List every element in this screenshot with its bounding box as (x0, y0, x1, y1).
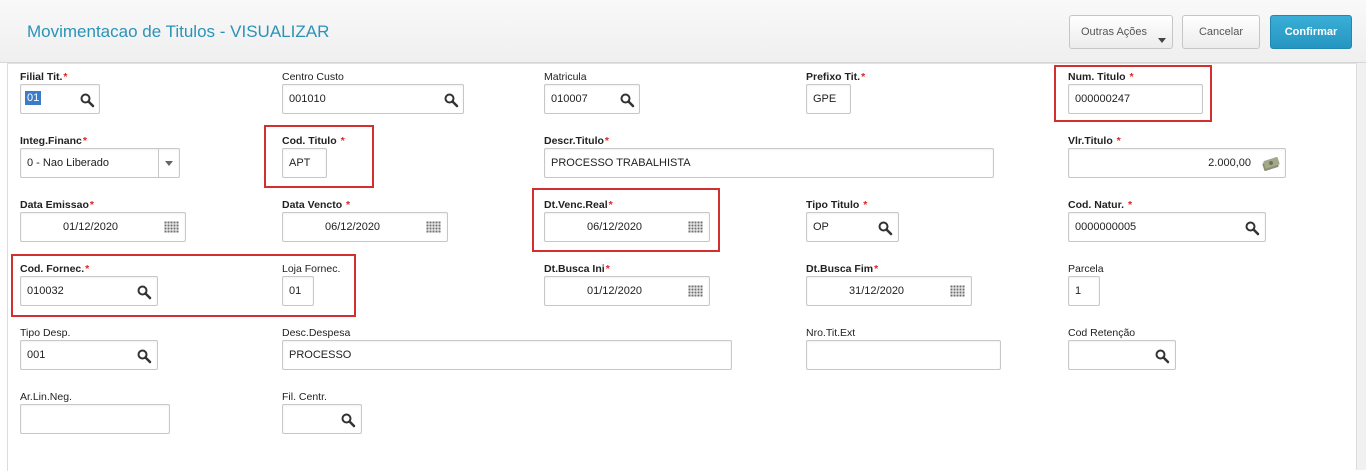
label-matricula: Matricula (544, 71, 587, 83)
search-icon[interactable] (877, 220, 893, 236)
descr-titulo-field[interactable]: PROCESSO TRABALHISTA (544, 148, 994, 178)
label-descr-titulo: Descr.Titulo* (544, 135, 610, 147)
label-prefixo: Prefixo Tit.* (806, 71, 866, 83)
label-desc-despesa: Desc.Despesa (282, 327, 351, 339)
filial-field[interactable]: 01 (20, 84, 100, 114)
prefixo-field[interactable]: GPE (806, 84, 851, 114)
desc-despesa-field[interactable]: PROCESSO (282, 340, 732, 370)
data-vencto-value: 06/12/2020 (325, 221, 381, 233)
cod-natur-value: 0000000005 (1075, 221, 1137, 233)
chevron-down-icon[interactable] (165, 161, 173, 166)
label-data-vencto: Data Vencto * (282, 199, 351, 211)
dt-busca-fim-value: 31/12/2020 (849, 285, 905, 297)
desc-despesa-value: PROCESSO (289, 349, 352, 361)
filial-value: 01 (25, 91, 42, 105)
vertical-scrollbar[interactable] (1356, 63, 1366, 470)
vlr-titulo-field[interactable]: 2.000,00 (1068, 148, 1286, 178)
parcela-value: 1 (1075, 285, 1082, 297)
highlight-num-titulo (1054, 65, 1212, 122)
centro-custo-field[interactable]: 001010 (282, 84, 464, 114)
data-emissao-value: 01/12/2020 (63, 221, 119, 233)
cancel-button[interactable]: Cancelar (1182, 15, 1260, 49)
matricula-value: 010007 (551, 93, 588, 105)
page-title: Movimentacao de Titulos - VISUALIZAR (27, 22, 330, 41)
search-icon[interactable] (79, 92, 95, 108)
page-header: Movimentacao de Titulos - VISUALIZAR Out… (0, 0, 1366, 63)
search-icon[interactable] (136, 348, 152, 364)
search-icon[interactable] (340, 412, 356, 428)
label-cod-retencao: Cod Retenção (1068, 327, 1136, 339)
label-cod-natur: Cod. Natur. * (1068, 199, 1133, 211)
highlight-fornecedor (11, 254, 356, 317)
label-dt-busca-fim: Dt.Busca Fim* (806, 263, 879, 275)
integ-financ-value: 0 - Nao Liberado (27, 157, 109, 169)
matricula-field[interactable]: 010007 (544, 84, 640, 114)
label-parcela: Parcela (1068, 263, 1104, 275)
dt-busca-ini-field[interactable]: 01/12/2020 (544, 276, 710, 306)
tipo-desp-value: 001 (27, 349, 46, 361)
label-vlr-titulo: Vlr.Titulo * (1068, 135, 1121, 147)
tipo-desp-field[interactable]: 001 (20, 340, 158, 370)
search-icon[interactable] (1154, 348, 1170, 364)
highlight-dt-venc-real (532, 188, 720, 252)
label-centro-custo: Centro Custo (282, 71, 344, 83)
form-panel: Filial Tit.* 01 Centro Custo 001010 Matr… (7, 63, 1357, 471)
prefixo-value: GPE (813, 93, 837, 105)
dt-busca-ini-value: 01/12/2020 (587, 285, 643, 297)
other-actions-button[interactable]: Outras Ações (1069, 15, 1173, 49)
highlight-cod-titulo (264, 125, 374, 188)
select-divider (158, 149, 159, 177)
label-tipo-desp: Tipo Desp. (20, 327, 71, 339)
parcela-field[interactable]: 1 (1068, 276, 1100, 306)
data-vencto-field[interactable]: 06/12/2020 (282, 212, 448, 242)
money-icon[interactable] (1261, 156, 1280, 172)
label-integ-financ: Integ.Financ* (20, 135, 87, 147)
label-ar-lin-neg: Ar.Lin.Neg. (20, 391, 72, 403)
search-icon[interactable] (443, 92, 459, 108)
calendar-icon[interactable] (688, 284, 704, 300)
fil-centr-field[interactable] (282, 404, 362, 434)
cod-natur-field[interactable]: 0000000005 (1068, 212, 1266, 242)
tipo-titulo-field[interactable]: OP (806, 212, 899, 242)
calendar-icon[interactable] (950, 284, 966, 300)
label-dt-busca-ini: Dt.Busca Ini* (544, 263, 610, 275)
integ-financ-select[interactable]: 0 - Nao Liberado (20, 148, 180, 178)
calendar-icon[interactable] (164, 220, 180, 236)
descr-titulo-value: PROCESSO TRABALHISTA (551, 157, 691, 169)
label-nro-tit-ext: Nro.Tit.Ext (806, 327, 856, 339)
search-icon[interactable] (1244, 220, 1260, 236)
vlr-titulo-value: 2.000,00 (1208, 157, 1251, 169)
label-data-emissao: Data Emissao* (20, 199, 94, 211)
data-emissao-field[interactable]: 01/12/2020 (20, 212, 186, 242)
caret-down-icon (1158, 38, 1166, 43)
calendar-icon[interactable] (426, 220, 442, 236)
confirm-button[interactable]: Confirmar (1270, 15, 1352, 49)
tipo-titulo-value: OP (813, 221, 829, 233)
ar-lin-neg-field[interactable] (20, 404, 170, 434)
label-tipo-titulo: Tipo Titulo * (806, 199, 868, 211)
label-fil-centr: Fil. Centr. (282, 391, 327, 403)
nro-tit-ext-field[interactable] (806, 340, 1001, 370)
other-actions-label: Outras Ações (1081, 26, 1148, 38)
cod-retencao-field[interactable] (1068, 340, 1176, 370)
label-filial: Filial Tit.* (20, 71, 68, 83)
dt-busca-fim-field[interactable]: 31/12/2020 (806, 276, 972, 306)
search-icon[interactable] (619, 92, 635, 108)
centro-custo-value: 001010 (289, 93, 326, 105)
